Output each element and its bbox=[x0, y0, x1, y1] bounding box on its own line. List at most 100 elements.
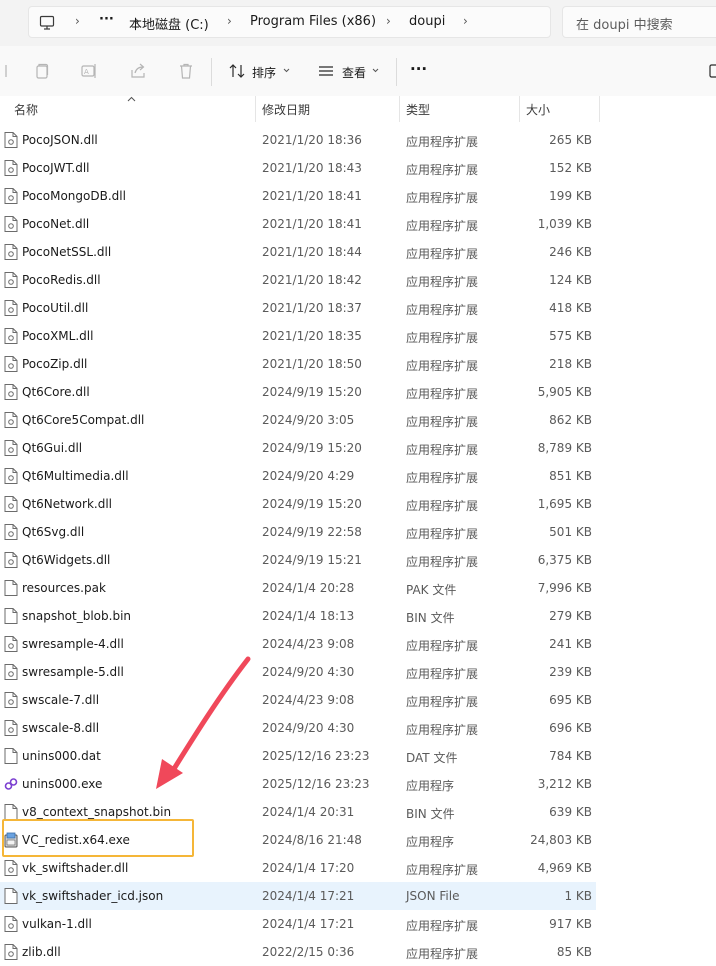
file-row[interactable]: PocoNetSSL.dll 2021/1/20 18:44 应用程序扩展 246 K… bbox=[0, 238, 596, 266]
file-size: 199 KB bbox=[549, 189, 592, 203]
file-type: 应用程序扩展 bbox=[406, 527, 479, 541]
file-row[interactable]: vk_swiftshader_icd.json 2024/1/4 17:21 JSO… bbox=[0, 882, 596, 910]
chevron-right-icon[interactable]: › bbox=[463, 14, 468, 28]
details-pane-icon[interactable] bbox=[708, 62, 716, 80]
file-row[interactable]: zlib.dll 2022/2/15 0:36 应用程序扩展 85 KB bbox=[0, 938, 596, 966]
sort-button[interactable]: 排序 bbox=[252, 64, 276, 81]
file-name: PocoMongoDB.dll bbox=[22, 189, 126, 203]
breadcrumb[interactable]: › ··· › 本地磁盘 (C:) › Program Files (x86) … bbox=[28, 6, 551, 38]
more-options-button[interactable]: ··· bbox=[410, 60, 427, 78]
file-row[interactable]: unins000.exe 2025/12/16 23:23 应用程序 3,212 KB bbox=[0, 770, 596, 798]
dll-file-icon bbox=[4, 440, 18, 456]
file-row[interactable]: Qt6Widgets.dll 2024/9/19 15:21 应用程序扩展 6,375… bbox=[0, 546, 596, 574]
file-row[interactable]: swscale-7.dll 2024/4/23 9:08 应用程序扩展 695 KB bbox=[0, 686, 596, 714]
chevron-right-icon[interactable]: › bbox=[386, 14, 391, 28]
file-row[interactable]: unins000.dat 2025/12/16 23:23 DAT 文件 784 KB bbox=[0, 742, 596, 770]
file-type: 应用程序 bbox=[406, 835, 455, 849]
breadcrumb-item-c-drive[interactable]: 本地磁盘 (C:) bbox=[129, 14, 209, 33]
file-modified-date: 2021/1/20 18:35 bbox=[262, 329, 362, 343]
blank-file-icon bbox=[4, 804, 18, 820]
file-modified-date: 2024/1/4 20:28 bbox=[262, 581, 355, 595]
computer-icon[interactable] bbox=[39, 15, 55, 31]
file-modified-date: 2021/1/20 18:50 bbox=[262, 357, 362, 371]
file-modified-date: 2024/1/4 17:21 bbox=[262, 889, 355, 903]
column-divider[interactable] bbox=[599, 96, 600, 122]
file-size: 3,212 KB bbox=[537, 777, 592, 791]
file-row[interactable]: Qt6Gui.dll 2024/9/19 15:20 应用程序扩展 8,789 KB bbox=[0, 434, 596, 462]
file-type: 应用程序 bbox=[406, 779, 455, 793]
file-row[interactable]: PocoZip.dll 2021/1/20 18:50 应用程序扩展 218 KB bbox=[0, 350, 596, 378]
sort-icon[interactable] bbox=[228, 62, 246, 80]
column-divider[interactable] bbox=[519, 96, 520, 122]
chevron-right-icon[interactable]: › bbox=[227, 14, 232, 28]
breadcrumb-overflow[interactable]: ··· bbox=[99, 12, 114, 27]
breadcrumb-item-doupi[interactable]: doupi bbox=[409, 14, 445, 29]
file-modified-date: 2021/1/20 18:43 bbox=[262, 161, 362, 175]
file-row[interactable]: PocoJWT.dll 2021/1/20 18:43 应用程序扩展 152 KB bbox=[0, 154, 596, 182]
file-type: DAT 文件 bbox=[406, 751, 458, 765]
column-header-modified[interactable]: 修改日期 bbox=[262, 101, 310, 118]
file-row[interactable]: swresample-5.dll 2024/9/20 4:30 应用程序扩展 239 … bbox=[0, 658, 596, 686]
view-button[interactable]: 查看 bbox=[342, 64, 366, 81]
file-row[interactable]: PocoNet.dll 2021/1/20 18:41 应用程序扩展 1,039 KB bbox=[0, 210, 596, 238]
file-name: swscale-8.dll bbox=[22, 721, 100, 735]
file-name: unins000.exe bbox=[22, 777, 103, 791]
command-bar: A 排序 查看 ··· bbox=[0, 46, 716, 97]
file-modified-date: 2021/1/20 18:41 bbox=[262, 217, 362, 231]
breadcrumb-item-program-files[interactable]: Program Files (x86) bbox=[250, 14, 376, 29]
file-size: 265 KB bbox=[549, 133, 592, 147]
column-divider[interactable] bbox=[399, 96, 400, 122]
file-type: 应用程序扩展 bbox=[406, 723, 479, 737]
view-icon[interactable] bbox=[317, 62, 335, 80]
blank-file-icon bbox=[4, 748, 18, 764]
column-header-type[interactable]: 类型 bbox=[406, 101, 430, 118]
search-input[interactable]: 在 doupi 中搜索 bbox=[562, 6, 716, 38]
file-row[interactable]: swscale-8.dll 2024/9/20 4:30 应用程序扩展 696 KB bbox=[0, 714, 596, 742]
file-row[interactable]: Qt6Network.dll 2024/9/19 15:20 应用程序扩展 1,695… bbox=[0, 490, 596, 518]
dll-file-icon bbox=[4, 356, 18, 372]
file-name: Qt6Core5Compat.dll bbox=[22, 413, 145, 427]
column-divider[interactable] bbox=[255, 96, 256, 122]
cut-icon[interactable] bbox=[0, 62, 12, 80]
file-row[interactable]: vk_swiftshader.dll 2024/1/4 17:20 应用程序扩展 4,… bbox=[0, 854, 596, 882]
file-size: 575 KB bbox=[549, 329, 592, 343]
file-row[interactable]: Qt6Core.dll 2024/9/19 15:20 应用程序扩展 5,905 KB bbox=[0, 378, 596, 406]
file-row[interactable]: PocoJSON.dll 2021/1/20 18:36 应用程序扩展 265 KB bbox=[0, 126, 596, 154]
share-icon[interactable] bbox=[129, 62, 147, 80]
file-type: 应用程序扩展 bbox=[406, 919, 479, 933]
annotation-arrow bbox=[156, 656, 251, 789]
dll-file-icon bbox=[4, 916, 18, 932]
file-size: 695 KB bbox=[549, 693, 592, 707]
file-row[interactable]: vulkan-1.dll 2024/1/4 17:21 应用程序扩展 917 KB bbox=[0, 910, 596, 938]
copy-icon[interactable] bbox=[33, 62, 51, 80]
file-row[interactable]: PocoMongoDB.dll 2021/1/20 18:41 应用程序扩展 199 … bbox=[0, 182, 596, 210]
file-row[interactable]: swresample-4.dll 2024/4/23 9:08 应用程序扩展 241 … bbox=[0, 630, 596, 658]
chevron-right-icon[interactable]: › bbox=[75, 14, 80, 28]
rename-icon[interactable]: A bbox=[80, 62, 98, 80]
dll-file-icon bbox=[4, 160, 18, 176]
dll-file-icon bbox=[4, 468, 18, 484]
file-row[interactable]: PocoXML.dll 2021/1/20 18:35 应用程序扩展 575 KB bbox=[0, 322, 596, 350]
column-header-name[interactable]: 名称 bbox=[14, 101, 38, 118]
file-row[interactable]: Qt6Core5Compat.dll 2024/9/20 3:05 应用程序扩展 86… bbox=[0, 406, 596, 434]
column-header-size[interactable]: 大小 bbox=[526, 101, 550, 118]
file-type: BIN 文件 bbox=[406, 807, 455, 821]
file-row[interactable]: Qt6Multimedia.dll 2024/9/20 4:29 应用程序扩展 851… bbox=[0, 462, 596, 490]
column-headers: 名称 修改日期 类型 大小 bbox=[0, 96, 716, 122]
file-type: 应用程序扩展 bbox=[406, 555, 479, 569]
file-row[interactable]: Qt6Svg.dll 2024/9/19 22:58 应用程序扩展 501 KB bbox=[0, 518, 596, 546]
file-type: 应用程序扩展 bbox=[406, 639, 479, 653]
file-modified-date: 2021/1/20 18:41 bbox=[262, 189, 362, 203]
chevron-down-icon[interactable] bbox=[372, 67, 379, 74]
dll-file-icon bbox=[4, 188, 18, 204]
dll-file-icon bbox=[4, 552, 18, 568]
file-row[interactable]: PocoUtil.dll 2021/1/20 18:37 应用程序扩展 418 KB bbox=[0, 294, 596, 322]
file-row[interactable]: resources.pak 2024/1/4 20:28 PAK 文件 7,996 K… bbox=[0, 574, 596, 602]
delete-icon[interactable] bbox=[177, 62, 195, 80]
chevron-down-icon[interactable] bbox=[283, 67, 290, 74]
file-row[interactable]: snapshot_blob.bin 2024/1/4 18:13 BIN 文件 279… bbox=[0, 602, 596, 630]
file-modified-date: 2024/1/4 17:20 bbox=[262, 861, 355, 875]
file-row[interactable]: PocoRedis.dll 2021/1/20 18:42 应用程序扩展 124 KB bbox=[0, 266, 596, 294]
file-size: 152 KB bbox=[549, 161, 592, 175]
file-size: 418 KB bbox=[549, 301, 592, 315]
